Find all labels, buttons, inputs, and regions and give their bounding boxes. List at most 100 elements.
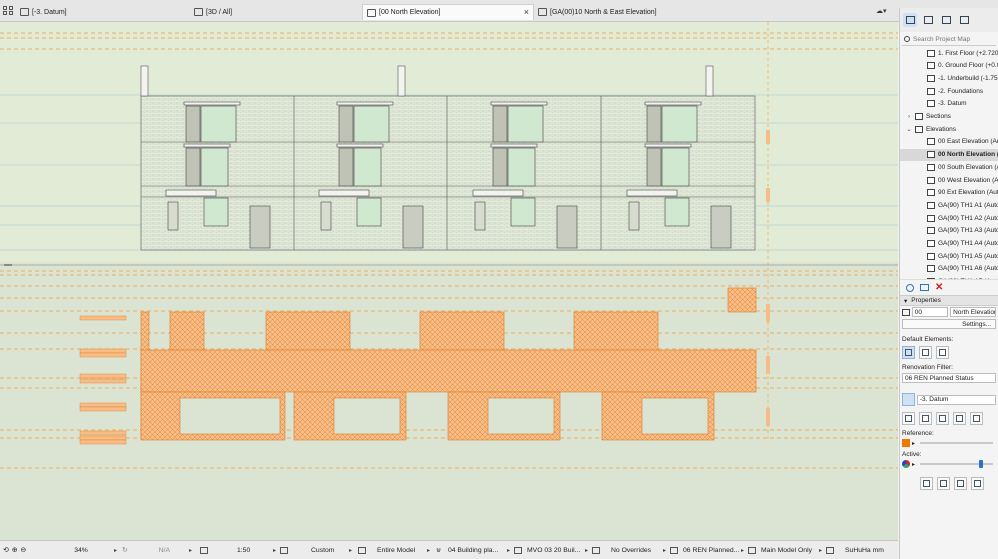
properties-header[interactable]: ▾ Properties <box>900 295 998 306</box>
project-map-item[interactable]: 00 West Elevation (Au <box>900 174 998 186</box>
story-select[interactable]: -3. Datum <box>916 394 996 405</box>
project-map-item[interactable]: -1. Underbuild (-1.75 <box>900 72 998 84</box>
elevation-icon <box>927 214 935 222</box>
active-color-swatch[interactable] <box>902 460 910 468</box>
scale-field[interactable]: 1:50 ▸ <box>200 544 276 556</box>
window-frame <box>646 147 662 187</box>
panel-tool-d-icon[interactable] <box>971 477 984 490</box>
print-icon[interactable] <box>919 346 932 359</box>
pen-set-field[interactable]: Custom ▸ <box>280 544 352 556</box>
project-map-item[interactable]: 0. Ground Floor (+0.0 <box>900 60 998 72</box>
project-map-item[interactable]: -2. Foundations <box>900 85 998 97</box>
reference-slider[interactable] <box>920 442 993 444</box>
story-toggle-icon[interactable] <box>902 393 915 406</box>
tab-3d-all[interactable]: [3D / All] <box>190 4 362 20</box>
dropdown-arrow-icon[interactable]: ▸ <box>912 461 915 468</box>
panel-tool-a-icon[interactable] <box>920 477 933 490</box>
panel-tool-b-icon[interactable] <box>937 477 950 490</box>
layer-combination-field[interactable]: ⊍ 04 Building pla... ▸ <box>436 544 510 556</box>
model-scope-field[interactable]: Entire Model ▸ <box>358 544 430 556</box>
navigator-settings-icon[interactable] <box>920 284 929 291</box>
window-frame <box>338 105 354 143</box>
balcony-rail <box>336 101 394 106</box>
project-map-item[interactable]: GA(90) TH1 A6 (Auto- <box>900 263 998 275</box>
project-map-item[interactable]: 90 Ext Elevation (Auto <box>900 187 998 199</box>
marker-add-icon[interactable] <box>919 412 932 425</box>
dropdown-arrow-icon: ▸ <box>113 547 117 554</box>
project-map-item[interactable]: 00 North Elevation (A <box>900 148 998 161</box>
tab-north-elevation[interactable]: [00 North Elevation] × <box>362 4 534 20</box>
angle-field[interactable]: ↻ N/A ▸ <box>122 544 192 556</box>
tab-datum[interactable]: [-3. Datum] <box>16 4 191 20</box>
project-map-item[interactable]: › Sections <box>900 111 998 123</box>
marker-cloud-icon[interactable] <box>936 412 949 425</box>
navigator-tabs <box>900 8 998 32</box>
side-window <box>474 201 486 231</box>
project-map-item-label: GA(90) TH1 A5 (Auto- <box>938 252 998 260</box>
all-elements-icon[interactable] <box>902 346 915 359</box>
project-map-item[interactable]: GA(90) TH1 A5 (Auto- <box>900 250 998 262</box>
renovation-filter-select[interactable]: 06 REN Planned Status <box>902 373 996 383</box>
graphic-overrides-field[interactable]: No Overrides ▸ <box>592 544 666 556</box>
marker-link-icon[interactable] <box>953 412 966 425</box>
window-glazing <box>353 147 382 187</box>
window-glazing <box>661 147 690 187</box>
model-scope-icon <box>358 546 366 554</box>
project-map-item[interactable]: 00 East Elevation (Au <box>900 136 998 148</box>
panel-tool-c-icon[interactable] <box>954 477 967 490</box>
dimension-standard-field[interactable]: SuHuHa mm <box>826 544 898 556</box>
project-map-icon[interactable] <box>903 13 917 27</box>
tab-overview-grid-icon[interactable] <box>3 6 15 16</box>
project-map-item[interactable]: 1. First Floor (+2.720 <box>900 47 998 59</box>
project-map-item[interactable]: GA(90) TH1 A4 (Auto- <box>900 238 998 250</box>
navigator-add-icon[interactable] <box>906 283 914 292</box>
elevation-canvas[interactable] <box>0 22 898 540</box>
view-name-field[interactable]: North Elevation <box>950 307 997 317</box>
project-map-item[interactable]: ⌄ Elevations <box>900 123 998 135</box>
publisher-sets-icon[interactable] <box>957 13 971 27</box>
project-map-item[interactable]: 00 South Elevation (A <box>900 161 998 173</box>
marker-tool-icon[interactable] <box>902 412 915 425</box>
view-map-icon[interactable] <box>921 13 935 27</box>
project-map-search[interactable] <box>902 33 998 46</box>
zoom-in-icon[interactable]: ⊕ <box>12 546 18 554</box>
project-map-item[interactable]: GA(90) TH1 A7 (Auto- <box>900 276 998 279</box>
delete-icon[interactable]: ✕ <box>935 282 943 292</box>
layout-book-icon[interactable] <box>939 13 953 27</box>
project-map-item[interactable]: GA(90) TH1 A3 (Auto- <box>900 225 998 237</box>
collapse-arrow-icon: ▾ <box>904 297 908 305</box>
project-map-item[interactable]: GA(90) TH1 A2 (Auto- <box>900 212 998 224</box>
undo-zoom-icon[interactable]: ⟲ <box>3 546 9 554</box>
pen-set-icon <box>280 546 288 554</box>
tab-menu-icon[interactable]: ☁▾ <box>876 7 894 16</box>
renovation-filter-field[interactable]: 06 REN Planned... ▸ <box>670 544 744 556</box>
slider-knob[interactable] <box>979 460 983 468</box>
zoom-tools[interactable]: ⟲ ⊕ ⊖ <box>3 544 45 556</box>
view-id-field[interactable]: 00 <box>911 307 949 317</box>
settings-button[interactable]: Settings... <box>902 319 996 329</box>
dropdown-arrow-icon[interactable]: ▸ <box>912 440 915 447</box>
view-filter-field[interactable]: Main Model Only ▸ <box>748 544 822 556</box>
expand-caret-icon[interactable]: ⌄ <box>906 126 912 133</box>
window-glazing <box>200 105 237 143</box>
window-frame <box>492 105 508 143</box>
model-view-field[interactable]: MVO 03 20 Buil... ▸ <box>514 544 588 556</box>
expand-caret-icon[interactable]: › <box>906 114 912 120</box>
dropdown-arrow-icon: ▸ <box>348 547 352 554</box>
reference-color-swatch[interactable] <box>902 439 910 447</box>
scale-icon <box>200 546 208 554</box>
crop-icon[interactable] <box>936 346 949 359</box>
tab-ga-north-east-elevation[interactable]: [GA(00)10 North & East Elevation] <box>534 4 754 20</box>
project-map-item[interactable]: GA(90) TH1 A1 (Auto- <box>900 199 998 211</box>
active-slider[interactable] <box>920 460 993 468</box>
project-map-item-label: -1. Underbuild (-1.75 <box>938 74 998 82</box>
zoom-field[interactable]: 34% ▸ <box>45 544 117 556</box>
marker-refresh-icon[interactable] <box>970 412 983 425</box>
elevation-icon <box>927 201 935 209</box>
project-map-item[interactable]: -3. Datum <box>900 98 998 110</box>
zoom-out-icon[interactable]: ⊖ <box>20 546 26 554</box>
search-input[interactable] <box>913 35 998 43</box>
close-tab-icon[interactable]: × <box>524 7 529 17</box>
elevation-icon <box>927 189 935 197</box>
project-map-item-label: GA(90) TH1 A3 (Auto- <box>938 227 998 235</box>
